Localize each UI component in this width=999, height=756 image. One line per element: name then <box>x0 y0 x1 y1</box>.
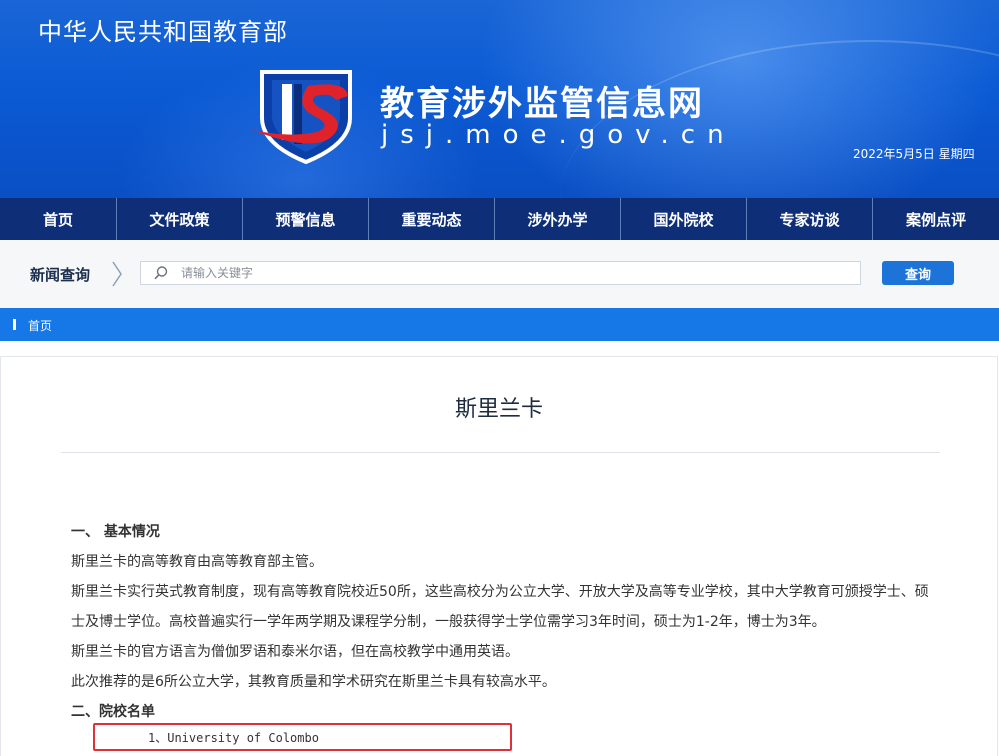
article-title: 斯里兰卡 <box>454 397 543 422</box>
article-paragraph: 斯里兰卡的高等教育由高等教育部主管。 <box>71 554 323 570</box>
chevron-right-icon <box>112 261 122 287</box>
nav-item-foreign-education[interactable]: 涉外办学 <box>495 198 621 240</box>
news-search-bar: 新闻查询 查询 <box>0 240 999 308</box>
section-heading-basic-info: 一、 基本情况 <box>71 524 160 540</box>
title-divider <box>61 452 940 453</box>
nav-item-case-reviews[interactable]: 案例点评 <box>873 198 999 240</box>
nav-item-warnings[interactable]: 预警信息 <box>243 198 369 240</box>
search-button[interactable]: 查询 <box>882 261 954 285</box>
article-paragraph: 斯里兰卡实行英式教育制度，现有高等教育院校近50所，这些高校分为公立大学、开放大… <box>71 584 929 630</box>
breadcrumb-home-link[interactable]: 首页 <box>28 317 52 334</box>
search-label: 新闻查询 <box>30 266 91 284</box>
search-icon <box>154 266 168 280</box>
article-paragraph: 此次推荐的是6所公立大学，其教育质量和学术研究在斯里兰卡具有较高水平。 <box>71 674 556 690</box>
nav-item-news[interactable]: 重要动态 <box>369 198 495 240</box>
search-box <box>140 261 861 285</box>
article-panel: 斯里兰卡 一、 基本情况 斯里兰卡的高等教育由高等教育部主管。 斯里兰卡实行英式… <box>0 356 998 756</box>
current-date: 2022年5月5日 星期四 <box>853 147 975 161</box>
jsj-shield-logo-icon[interactable] <box>250 66 368 166</box>
site-domain: jsj.moe.gov.cn <box>381 120 736 150</box>
nav-item-policy-documents[interactable]: 文件政策 <box>117 198 243 240</box>
nav-item-foreign-institutions[interactable]: 国外院校 <box>621 198 747 240</box>
header-banner: 中华人民共和国教育部 教育涉外监管信息网 jsj.moe.gov.cn 2022… <box>0 0 999 198</box>
nav-item-expert-interviews[interactable]: 专家访谈 <box>747 198 873 240</box>
article-paragraph: 斯里兰卡的官方语言为僧伽罗语和泰米尔语，但在高校教学中通用英语。 <box>71 644 519 660</box>
search-input[interactable] <box>181 262 851 284</box>
main-nav: 首页 文件政策 预警信息 重要动态 涉外办学 国外院校 专家访谈 案例点评 <box>0 198 999 240</box>
nav-item-home[interactable]: 首页 <box>0 198 117 240</box>
university-list-item: 1、University of Colombo <box>148 731 319 745</box>
breadcrumb: 首页 <box>0 308 999 341</box>
article-body: 一、 基本情况 斯里兰卡的高等教育由高等教育部主管。 斯里兰卡实行英式教育制度，… <box>71 517 941 727</box>
breadcrumb-marker <box>13 319 16 330</box>
ministry-name[interactable]: 中华人民共和国教育部 <box>38 12 288 47</box>
site-name[interactable]: 教育涉外监管信息网 <box>380 76 704 125</box>
